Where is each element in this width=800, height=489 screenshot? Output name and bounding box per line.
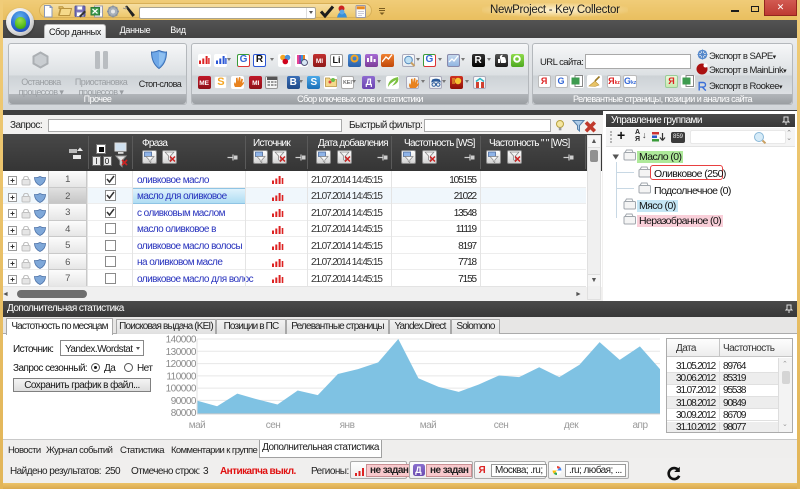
svg-text:90000: 90000: [171, 396, 197, 407]
svg-text:100000: 100000: [166, 384, 197, 395]
svg-text:130000: 130000: [166, 347, 197, 358]
svg-text:80000: 80000: [171, 408, 197, 419]
svg-text:сен: сен: [266, 420, 281, 431]
svg-text:140000: 140000: [166, 335, 197, 346]
svg-text:сен: сен: [494, 420, 509, 431]
svg-text:дек: дек: [564, 420, 579, 431]
svg-text:апр: апр: [632, 420, 648, 431]
svg-text:май: май: [189, 420, 206, 431]
svg-text:янв: янв: [340, 420, 355, 431]
svg-text:май: май: [420, 420, 437, 431]
svg-text:110000: 110000: [166, 371, 197, 382]
svg-text:120000: 120000: [166, 359, 197, 370]
